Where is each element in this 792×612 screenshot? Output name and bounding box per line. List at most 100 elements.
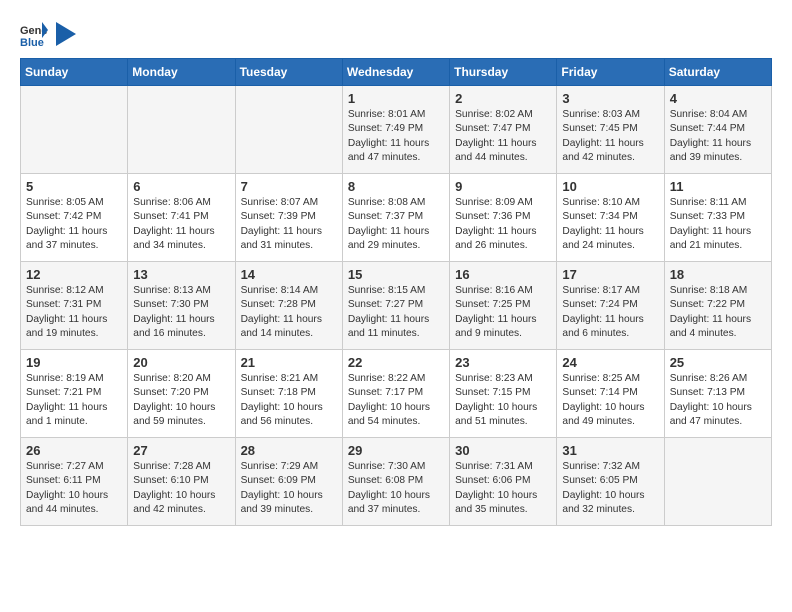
calendar-cell: 15 Sunrise: 8:15 AM Sunset: 7:27 PM Dayli… <box>342 262 449 350</box>
day-number: 4 <box>670 91 766 106</box>
day-number: 13 <box>133 267 229 282</box>
calendar-cell: 6 Sunrise: 8:06 AM Sunset: 7:41 PM Daylig… <box>128 174 235 262</box>
day-info: Sunrise: 8:13 AM Sunset: 7:30 PM Dayligh… <box>133 284 229 341</box>
day-number: 22 <box>348 355 444 370</box>
day-number: 16 <box>455 267 551 282</box>
weekday-header-cell: Saturday <box>664 59 771 86</box>
day-number: 27 <box>133 443 229 458</box>
day-info: Sunrise: 8:11 AM Sunset: 7:33 PM Dayligh… <box>670 196 766 253</box>
calendar-cell: 9Sunrise: 8:09 AM Sunset: 7:36 PM Daylig… <box>450 174 557 262</box>
day-number: 11 <box>670 179 766 194</box>
calendar-cell <box>21 86 128 174</box>
day-number: 18 <box>670 267 766 282</box>
weekday-header-cell: Monday <box>128 59 235 86</box>
calendar-cell: 31Sunrise: 7:32 AM Sunset: 6:05 PM Dayli… <box>557 438 664 526</box>
day-number: 24 <box>562 355 658 370</box>
calendar-cell: 3Sunrise: 8:03 AM Sunset: 7:45 PM Daylig… <box>557 86 664 174</box>
weekday-header-row: SundayMondayTuesdayWednesdayThursdayFrid… <box>21 59 772 86</box>
calendar-cell <box>664 438 771 526</box>
day-info: Sunrise: 8:10 AM Sunset: 7:34 PM Dayligh… <box>562 196 658 253</box>
day-info: Sunrise: 8:15 AM Sunset: 7:27 PM Dayligh… <box>348 284 444 341</box>
day-number: 1 <box>348 91 444 106</box>
calendar-cell: 21Sunrise: 8:21 AM Sunset: 7:18 PM Dayli… <box>235 350 342 438</box>
calendar-week-row: 1 Sunrise: 8:01 AM Sunset: 7:49 PM Daylig… <box>21 86 772 174</box>
weekday-header-cell: Sunday <box>21 59 128 86</box>
day-info: Sunrise: 8:23 AM Sunset: 7:15 PM Dayligh… <box>455 372 551 429</box>
day-info: Sunrise: 8:14 AM Sunset: 7:28 PM Dayligh… <box>241 284 337 341</box>
day-info: Sunrise: 7:31 AM Sunset: 6:06 PM Dayligh… <box>455 460 551 517</box>
calendar-body: 1 Sunrise: 8:01 AM Sunset: 7:49 PM Daylig… <box>21 86 772 526</box>
calendar-week-row: 5 Sunrise: 8:05 AM Sunset: 7:42 PM Daylig… <box>21 174 772 262</box>
calendar-cell: 10 Sunrise: 8:10 AM Sunset: 7:34 PM Dayli… <box>557 174 664 262</box>
calendar-week-row: 26 Sunrise: 7:27 AM Sunset: 6:11 PM Dayli… <box>21 438 772 526</box>
calendar-cell <box>128 86 235 174</box>
day-info: Sunrise: 8:25 AM Sunset: 7:14 PM Dayligh… <box>562 372 658 429</box>
calendar-cell: 12Sunrise: 8:12 AM Sunset: 7:31 PM Dayli… <box>21 262 128 350</box>
calendar-week-row: 19 Sunrise: 8:19 AM Sunset: 7:21 PM Dayli… <box>21 350 772 438</box>
calendar-cell: 25Sunrise: 8:26 AM Sunset: 7:13 PM Dayli… <box>664 350 771 438</box>
calendar-cell: 27Sunrise: 7:28 AM Sunset: 6:10 PM Dayli… <box>128 438 235 526</box>
day-number: 28 <box>241 443 337 458</box>
calendar-cell: 24 Sunrise: 8:25 AM Sunset: 7:14 PM Dayli… <box>557 350 664 438</box>
day-info: Sunrise: 7:27 AM Sunset: 6:11 PM Dayligh… <box>26 460 122 517</box>
logo-arrow-icon <box>56 22 76 46</box>
day-number: 14 <box>241 267 337 282</box>
calendar-cell: 18 Sunrise: 8:18 AM Sunset: 7:22 PM Dayli… <box>664 262 771 350</box>
day-info: Sunrise: 8:22 AM Sunset: 7:17 PM Dayligh… <box>348 372 444 429</box>
day-number: 15 <box>348 267 444 282</box>
day-info: Sunrise: 7:30 AM Sunset: 6:08 PM Dayligh… <box>348 460 444 517</box>
page-header: General Blue <box>20 20 772 48</box>
calendar-cell: 28 Sunrise: 7:29 AM Sunset: 6:09 PM Dayli… <box>235 438 342 526</box>
day-number: 10 <box>562 179 658 194</box>
weekday-header-cell: Friday <box>557 59 664 86</box>
day-number: 8 <box>348 179 444 194</box>
calendar-cell: 22 Sunrise: 8:22 AM Sunset: 7:17 PM Dayli… <box>342 350 449 438</box>
day-info: Sunrise: 8:05 AM Sunset: 7:42 PM Dayligh… <box>26 196 122 253</box>
day-info: Sunrise: 8:18 AM Sunset: 7:22 PM Dayligh… <box>670 284 766 341</box>
calendar-cell: 1 Sunrise: 8:01 AM Sunset: 7:49 PM Daylig… <box>342 86 449 174</box>
calendar-cell: 7Sunrise: 8:07 AM Sunset: 7:39 PM Daylig… <box>235 174 342 262</box>
weekday-header-cell: Tuesday <box>235 59 342 86</box>
calendar-cell: 13 Sunrise: 8:13 AM Sunset: 7:30 PM Dayli… <box>128 262 235 350</box>
calendar-cell: 30Sunrise: 7:31 AM Sunset: 6:06 PM Dayli… <box>450 438 557 526</box>
day-number: 29 <box>348 443 444 458</box>
calendar-cell: 16Sunrise: 8:16 AM Sunset: 7:25 PM Dayli… <box>450 262 557 350</box>
weekday-header-cell: Thursday <box>450 59 557 86</box>
day-info: Sunrise: 8:08 AM Sunset: 7:37 PM Dayligh… <box>348 196 444 253</box>
day-number: 17 <box>562 267 658 282</box>
calendar-cell: 26 Sunrise: 7:27 AM Sunset: 6:11 PM Dayli… <box>21 438 128 526</box>
day-info: Sunrise: 8:07 AM Sunset: 7:39 PM Dayligh… <box>241 196 337 253</box>
day-info: Sunrise: 8:09 AM Sunset: 7:36 PM Dayligh… <box>455 196 551 253</box>
calendar-table: SundayMondayTuesdayWednesdayThursdayFrid… <box>20 58 772 526</box>
day-info: Sunrise: 8:19 AM Sunset: 7:21 PM Dayligh… <box>26 372 122 429</box>
svg-text:Blue: Blue <box>20 37 44 48</box>
day-number: 26 <box>26 443 122 458</box>
weekday-header-cell: Wednesday <box>342 59 449 86</box>
day-number: 19 <box>26 355 122 370</box>
day-number: 6 <box>133 179 229 194</box>
day-info: Sunrise: 8:01 AM Sunset: 7:49 PM Dayligh… <box>348 108 444 165</box>
calendar-cell: 8 Sunrise: 8:08 AM Sunset: 7:37 PM Daylig… <box>342 174 449 262</box>
day-info: Sunrise: 8:04 AM Sunset: 7:44 PM Dayligh… <box>670 108 766 165</box>
day-info: Sunrise: 8:06 AM Sunset: 7:41 PM Dayligh… <box>133 196 229 253</box>
calendar-cell: 23 Sunrise: 8:23 AM Sunset: 7:15 PM Dayli… <box>450 350 557 438</box>
day-number: 3 <box>562 91 658 106</box>
calendar-cell: 14 Sunrise: 8:14 AM Sunset: 7:28 PM Dayli… <box>235 262 342 350</box>
day-info: Sunrise: 8:02 AM Sunset: 7:47 PM Dayligh… <box>455 108 551 165</box>
calendar-cell: 5 Sunrise: 8:05 AM Sunset: 7:42 PM Daylig… <box>21 174 128 262</box>
day-number: 21 <box>241 355 337 370</box>
day-number: 5 <box>26 179 122 194</box>
calendar-week-row: 12Sunrise: 8:12 AM Sunset: 7:31 PM Dayli… <box>21 262 772 350</box>
day-number: 23 <box>455 355 551 370</box>
day-number: 12 <box>26 267 122 282</box>
calendar-cell <box>235 86 342 174</box>
calendar-cell: 29 Sunrise: 7:30 AM Sunset: 6:08 PM Dayli… <box>342 438 449 526</box>
logo-icon: General Blue <box>20 20 48 48</box>
day-info: Sunrise: 7:29 AM Sunset: 6:09 PM Dayligh… <box>241 460 337 517</box>
day-number: 31 <box>562 443 658 458</box>
calendar-cell: 19 Sunrise: 8:19 AM Sunset: 7:21 PM Dayli… <box>21 350 128 438</box>
calendar-cell: 2Sunrise: 8:02 AM Sunset: 7:47 PM Daylig… <box>450 86 557 174</box>
day-info: Sunrise: 8:20 AM Sunset: 7:20 PM Dayligh… <box>133 372 229 429</box>
calendar-cell: 11 Sunrise: 8:11 AM Sunset: 7:33 PM Dayli… <box>664 174 771 262</box>
day-number: 25 <box>670 355 766 370</box>
